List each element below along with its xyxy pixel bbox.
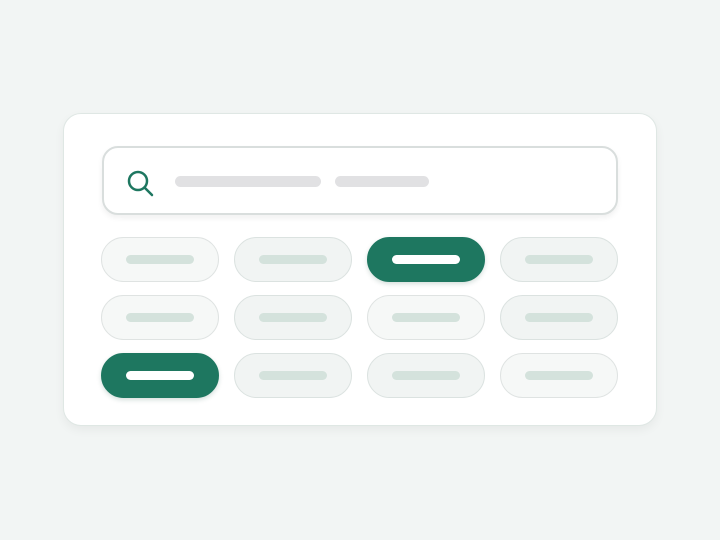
chip-label-bar [126, 371, 194, 380]
chip-label-bar [259, 371, 327, 380]
filter-chip[interactable] [367, 295, 485, 340]
chip-label-bar [126, 255, 194, 264]
filter-chip[interactable] [500, 237, 618, 282]
filter-chip-selected[interactable] [367, 237, 485, 282]
chip-label-bar [259, 255, 327, 264]
search-placeholder-line [335, 176, 429, 187]
filter-chip[interactable] [234, 295, 352, 340]
filter-chip[interactable] [101, 237, 219, 282]
filter-chip[interactable] [101, 295, 219, 340]
chip-label-bar [126, 313, 194, 322]
chip-label-bar [392, 371, 460, 380]
filter-chip[interactable] [500, 353, 618, 398]
search-placeholder-line [175, 176, 321, 187]
chip-label-bar [525, 313, 593, 322]
search-icon [127, 170, 154, 197]
chip-label-bar [392, 313, 460, 322]
filter-chip-selected[interactable] [101, 353, 219, 398]
chip-label-bar [259, 313, 327, 322]
filter-chip[interactable] [234, 237, 352, 282]
chip-label-bar [525, 255, 593, 264]
chip-label-bar [392, 255, 460, 264]
filter-chip[interactable] [367, 353, 485, 398]
filter-chip[interactable] [500, 295, 618, 340]
chip-label-bar [525, 371, 593, 380]
filter-chip[interactable] [234, 353, 352, 398]
